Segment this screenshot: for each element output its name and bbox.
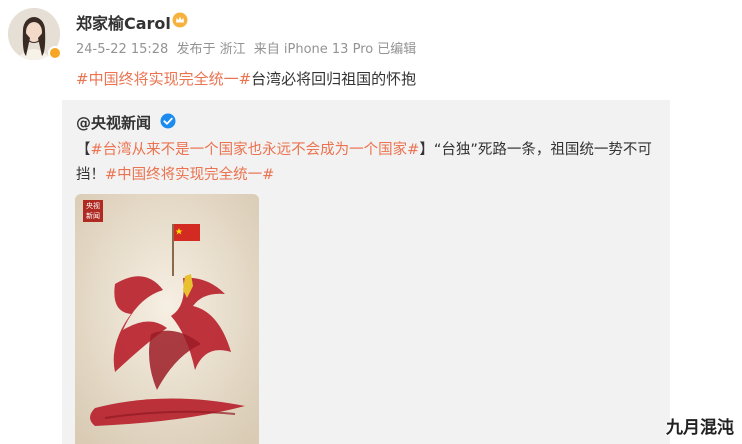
verified-user-badge bbox=[48, 46, 62, 60]
edited-label[interactable]: 已编辑 bbox=[377, 42, 416, 57]
hashtag-link[interactable]: #中国终将实现完全统一# bbox=[76, 70, 251, 88]
bracket-close: 】 bbox=[419, 142, 434, 158]
post-text: #中国终将实现完全统一#台湾必将回归祖国的怀抱 bbox=[76, 68, 416, 89]
hashtag-link-unification[interactable]: #中国终将实现完全统一# bbox=[105, 167, 274, 183]
post-meta: 24-5-22 15:28 发布于 浙江 来自 iPhone 13 Pro 已编辑 bbox=[76, 38, 420, 57]
verified-icon bbox=[160, 113, 176, 129]
poster-artwork bbox=[75, 194, 259, 444]
user-name[interactable]: 郑家榆Carol bbox=[76, 10, 171, 34]
repost-card[interactable]: @央视新闻 【#台湾从来不是一个国家也永远不会成为一个国家#】“台独”死路一条，… bbox=[62, 100, 670, 444]
post-location: 发布于 浙江 bbox=[176, 42, 246, 57]
bracket-open: 【 bbox=[76, 142, 91, 158]
cctv-news-logo: 央视 新闻 bbox=[83, 200, 103, 222]
repost-author[interactable]: @央视新闻 bbox=[76, 112, 151, 133]
logo-line-1: 央视 bbox=[86, 202, 100, 210]
post-body: 台湾必将回归祖国的怀抱 bbox=[251, 70, 417, 88]
hashtag-link-taiwan[interactable]: #台湾从来不是一个国家也永远不会成为一个国家# bbox=[91, 142, 420, 158]
post-device: 来自 iPhone 13 Pro bbox=[253, 42, 374, 57]
watermark: 九月混沌 bbox=[666, 418, 734, 438]
repost-text: 【#台湾从来不是一个国家也永远不会成为一个国家#】“台独”死路一条，祖国统一势不… bbox=[76, 138, 664, 188]
post-timestamp[interactable]: 24-5-22 15:28 bbox=[76, 42, 168, 57]
crown-icon bbox=[172, 12, 188, 28]
poster-image[interactable]: 央视 新闻 bbox=[75, 194, 259, 444]
logo-line-2: 新闻 bbox=[86, 212, 100, 220]
